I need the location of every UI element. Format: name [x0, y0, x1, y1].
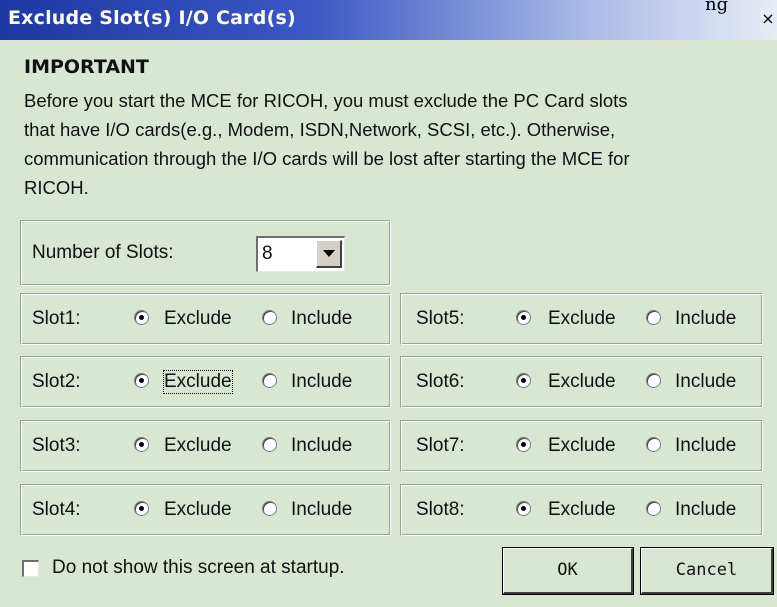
close-icon[interactable]: × — [761, 8, 775, 30]
slot-3-include-radio[interactable] — [262, 437, 277, 452]
slot-4-include-label[interactable]: Include — [291, 499, 352, 521]
ok-button[interactable]: OK — [503, 548, 633, 594]
slot-1-exclude-label[interactable]: Exclude — [164, 308, 232, 330]
window-title: Exclude Slot(s) I/O Card(s) — [8, 7, 296, 29]
cancel-button[interactable]: Cancel — [641, 548, 773, 594]
slot-1-exclude-radio[interactable] — [134, 310, 149, 325]
number-of-slots-select[interactable]: 8 — [256, 236, 345, 272]
notice-line: Before you start the MCE for RICOH, you … — [24, 90, 628, 111]
slot-7-label: Slot7: — [416, 435, 465, 456]
slot-7-exclude-label[interactable]: Exclude — [548, 435, 616, 457]
do-not-show-label[interactable]: Do not show this screen at startup. — [52, 557, 345, 579]
slot-7-include-radio[interactable] — [646, 437, 661, 452]
slot-2-exclude-label[interactable]: Exclude — [163, 370, 233, 394]
notice-line: communication through the I/O cards will… — [24, 148, 630, 169]
slot-8-include-label[interactable]: Include — [675, 499, 736, 521]
slot-3-exclude-label[interactable]: Exclude — [164, 435, 232, 457]
exclude-slots-dialog: Exclude Slot(s) I/O Card(s) ng × IMPORTA… — [0, 0, 777, 607]
important-heading: IMPORTANT — [24, 56, 149, 78]
slot-1-include-radio[interactable] — [262, 310, 277, 325]
number-of-slots-label: Number of Slots: — [32, 242, 174, 263]
clipped-background-text: ng — [705, 0, 729, 15]
slot-6-include-radio[interactable] — [646, 373, 661, 388]
slot-8-label: Slot8: — [416, 499, 465, 520]
slot-5-label: Slot5: — [416, 308, 465, 329]
slot-3-include-label[interactable]: Include — [291, 435, 352, 457]
slot-3-label: Slot3: — [32, 435, 81, 456]
slot-5-include-radio[interactable] — [646, 310, 661, 325]
slot-4-label: Slot4: — [32, 499, 81, 520]
slot-1-label: Slot1: — [32, 308, 81, 329]
do-not-show-checkbox[interactable] — [22, 560, 39, 577]
slot-4-exclude-label[interactable]: Exclude — [164, 499, 232, 521]
notice-line: RICOH. — [24, 177, 89, 198]
title-bar[interactable]: Exclude Slot(s) I/O Card(s) ng × — [0, 0, 777, 40]
slot-8-exclude-label[interactable]: Exclude — [548, 499, 616, 521]
slot-5-exclude-radio[interactable] — [516, 310, 531, 325]
slot-6-exclude-radio[interactable] — [516, 373, 531, 388]
slot-2-include-label[interactable]: Include — [291, 371, 352, 393]
slot-2-include-radio[interactable] — [262, 373, 277, 388]
slot-2-label: Slot2: — [32, 371, 81, 392]
slot-3-exclude-radio[interactable] — [134, 437, 149, 452]
slot-7-include-label[interactable]: Include — [675, 435, 736, 457]
important-notice: Before you start the MCE for RICOH, you … — [24, 86, 764, 202]
slot-8-include-radio[interactable] — [646, 501, 661, 516]
slot-4-exclude-radio[interactable] — [134, 501, 149, 516]
slot-6-include-label[interactable]: Include — [675, 371, 736, 393]
notice-line: that have I/O cards(e.g., Modem, ISDN,Ne… — [24, 119, 616, 140]
slot-5-include-label[interactable]: Include — [675, 308, 736, 330]
slot-8-exclude-radio[interactable] — [516, 501, 531, 516]
chevron-down-icon — [323, 250, 335, 257]
cancel-button-label: Cancel — [675, 560, 738, 580]
dropdown-button[interactable] — [316, 240, 342, 268]
slot-6-label: Slot6: — [416, 371, 465, 392]
number-of-slots-value: 8 — [262, 243, 273, 264]
slot-6-exclude-label[interactable]: Exclude — [548, 371, 616, 393]
slot-7-exclude-radio[interactable] — [516, 437, 531, 452]
slot-1-include-label[interactable]: Include — [291, 308, 352, 330]
slot-5-exclude-label[interactable]: Exclude — [548, 308, 616, 330]
ok-button-label: OK — [557, 560, 578, 580]
slot-2-exclude-radio[interactable] — [134, 373, 149, 388]
slot-4-include-radio[interactable] — [262, 501, 277, 516]
